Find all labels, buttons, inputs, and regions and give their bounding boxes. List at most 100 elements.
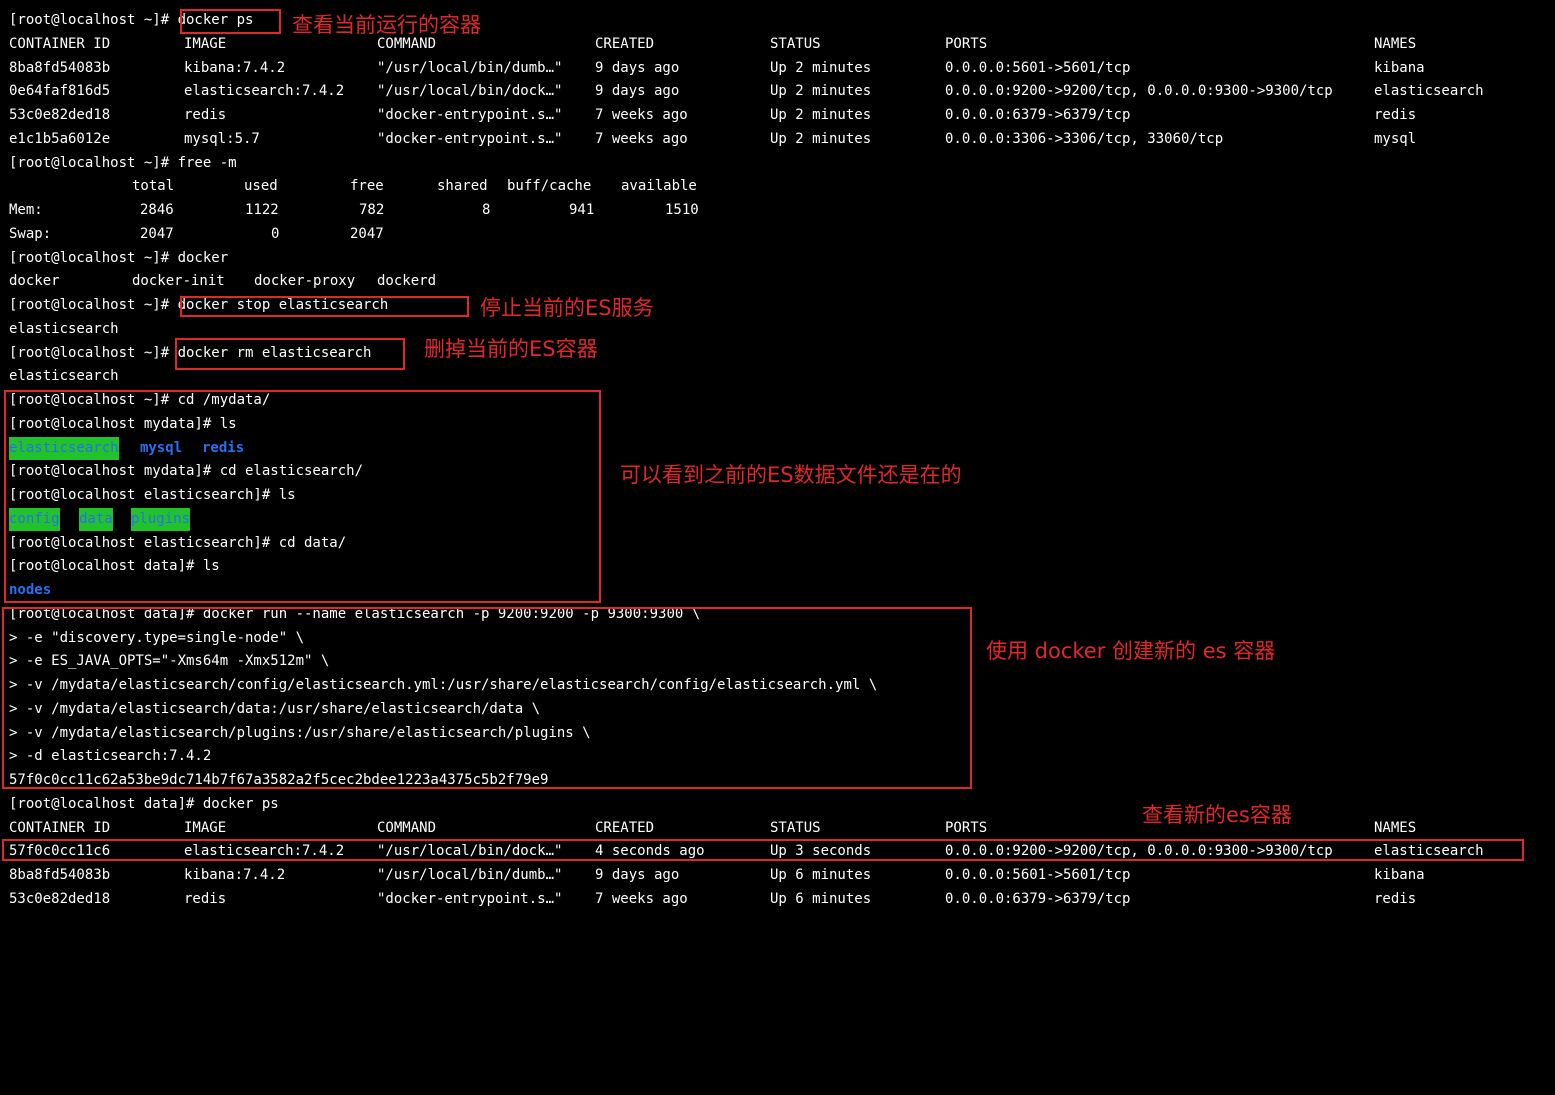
cell-command: "/usr/local/bin/dock…" — [377, 83, 563, 99]
header-buff-cache: buff/cache — [507, 178, 592, 194]
header-ports: PORTS — [945, 820, 988, 836]
header-available: available — [621, 178, 697, 194]
cell-available: 1510 — [665, 202, 699, 218]
cell-image: kibana:7.4.2 — [184, 60, 286, 76]
command-line: [root@localhost data]# docker ps — [9, 796, 279, 812]
cell-command: "/usr/local/bin/dumb…" — [377, 867, 563, 883]
cell-created: 9 days ago — [595, 83, 680, 99]
free-mem-row: Mem: 2846 1122 782 8 941 1510 — [9, 199, 699, 222]
cell-ports: 0.0.0.0:5601->5601/tcp — [945, 867, 1131, 883]
cell-names: elasticsearch — [1374, 83, 1484, 99]
completion-row: docker docker-init docker-proxy dockerd — [9, 270, 436, 293]
cell-created: 7 weeks ago — [595, 131, 688, 147]
completion-item: dockerd — [377, 273, 437, 289]
cell-status: Up 2 minutes — [770, 83, 872, 99]
cell-label: Swap: — [9, 226, 52, 242]
cell-status: Up 6 minutes — [770, 867, 872, 883]
cell-image: redis — [184, 891, 227, 907]
header-created: CREATED — [595, 820, 655, 836]
annotation-note: 查看当前运行的容器 — [292, 13, 481, 37]
cell-created: 7 weeks ago — [595, 107, 688, 123]
cell-status: Up 2 minutes — [770, 131, 872, 147]
cell-names: kibana — [1374, 60, 1425, 76]
header-names: NAMES — [1374, 36, 1417, 52]
annotation-note: 查看新的es容器 — [1142, 803, 1292, 827]
free-header-row: total used free shared buff/cache availa… — [9, 175, 697, 198]
cell-names: redis — [1374, 891, 1417, 907]
cell-buff-cache: 941 — [569, 202, 595, 218]
cell-image: redis — [184, 107, 227, 123]
header-names: NAMES — [1374, 820, 1417, 836]
annotation-note: 删掉当前的ES容器 — [424, 337, 598, 361]
header-image: IMAGE — [184, 820, 227, 836]
ps-row: 53c0e82ded18 redis "docker-entrypoint.s…… — [9, 104, 1416, 127]
cell-created: 9 days ago — [595, 867, 680, 883]
cell-command: "/usr/local/bin/dumb…" — [377, 60, 563, 76]
header-container-id: CONTAINER ID — [9, 820, 111, 836]
command-line: [root@localhost ~]# free -m — [9, 155, 237, 171]
free-swap-row: Swap: 2047 0 2047 — [9, 223, 384, 246]
cell-names: kibana — [1374, 867, 1425, 883]
completion-item: docker-proxy — [254, 273, 356, 289]
ps-row: e1c1b5a6012e mysql:5.7 "docker-entrypoin… — [9, 128, 1416, 151]
header-container-id: CONTAINER ID — [9, 36, 111, 52]
cell-container-id: 53c0e82ded18 — [9, 107, 111, 123]
cell-names: mysql — [1374, 131, 1417, 147]
cell-image: mysql:5.7 — [184, 131, 260, 147]
cell-names: redis — [1374, 107, 1417, 123]
command-line: [root@localhost ~]# docker — [9, 250, 229, 266]
cell-created: 9 days ago — [595, 60, 680, 76]
annotation-note: 可以看到之前的ES数据文件还是在的 — [620, 463, 962, 487]
cell-command: "docker-entrypoint.s…" — [377, 131, 563, 147]
ps-row: 8ba8fd54083b kibana:7.4.2 "/usr/local/bi… — [9, 57, 1425, 80]
cell-image: elasticsearch:7.4.2 — [184, 83, 345, 99]
completion-item: docker-init — [132, 273, 225, 289]
cell-total: 2047 — [140, 226, 174, 242]
header-used: used — [244, 178, 278, 194]
command-output: elasticsearch — [9, 321, 119, 337]
cell-used: 0 — [271, 226, 280, 242]
cell-free: 782 — [359, 202, 385, 218]
cell-used: 1122 — [245, 202, 279, 218]
header-command: COMMAND — [377, 820, 437, 836]
header-ports: PORTS — [945, 36, 988, 52]
ps-row: 0e64faf816d5 elasticsearch:7.4.2 "/usr/l… — [9, 80, 1484, 103]
cell-container-id: 8ba8fd54083b — [9, 60, 111, 76]
command-output: elasticsearch — [9, 368, 119, 384]
header-status: STATUS — [770, 820, 821, 836]
header-status: STATUS — [770, 36, 821, 52]
highlight-box-directory-listing — [4, 390, 601, 603]
cell-image: kibana:7.4.2 — [184, 867, 286, 883]
cell-free: 2047 — [350, 226, 384, 242]
cell-total: 2846 — [140, 202, 174, 218]
highlight-box-docker-rm — [175, 338, 405, 370]
header-free: free — [350, 178, 384, 194]
ps-row: 53c0e82ded18 redis "docker-entrypoint.s…… — [9, 888, 1416, 911]
cell-ports: 0.0.0.0:6379->6379/tcp — [945, 891, 1131, 907]
ps-header-row: CONTAINER ID IMAGE COMMAND CREATED STATU… — [9, 33, 1416, 56]
header-shared: shared — [437, 178, 488, 194]
cell-ports: 0.0.0.0:6379->6379/tcp — [945, 107, 1131, 123]
header-created: CREATED — [595, 36, 655, 52]
highlight-box-docker-run — [2, 607, 972, 789]
cell-ports: 0.0.0.0:5601->5601/tcp — [945, 60, 1131, 76]
highlight-box-docker-ps — [180, 9, 281, 34]
cell-status: Up 2 minutes — [770, 107, 872, 123]
cell-status: Up 6 minutes — [770, 891, 872, 907]
ps-header-row: CONTAINER ID IMAGE COMMAND CREATED STATU… — [9, 817, 1416, 840]
cell-command: "docker-entrypoint.s…" — [377, 107, 563, 123]
completion-item: docker — [9, 273, 60, 289]
ps-row: 8ba8fd54083b kibana:7.4.2 "/usr/local/bi… — [9, 864, 1425, 887]
highlight-box-docker-stop — [180, 296, 469, 317]
cell-shared: 8 — [482, 202, 491, 218]
annotation-note: 停止当前的ES服务 — [480, 296, 654, 320]
cell-container-id: 0e64faf816d5 — [9, 83, 111, 99]
cell-ports: 0.0.0.0:9200->9200/tcp, 0.0.0.0:9300->93… — [945, 83, 1333, 99]
cell-container-id: 8ba8fd54083b — [9, 867, 111, 883]
cell-command: "docker-entrypoint.s…" — [377, 891, 563, 907]
annotation-note: 使用 docker 创建新的 es 容器 — [986, 639, 1276, 663]
cell-label: Mem: — [9, 202, 43, 218]
cell-container-id: 53c0e82ded18 — [9, 891, 111, 907]
cell-ports: 0.0.0.0:3306->3306/tcp, 33060/tcp — [945, 131, 1224, 147]
cell-status: Up 2 minutes — [770, 60, 872, 76]
